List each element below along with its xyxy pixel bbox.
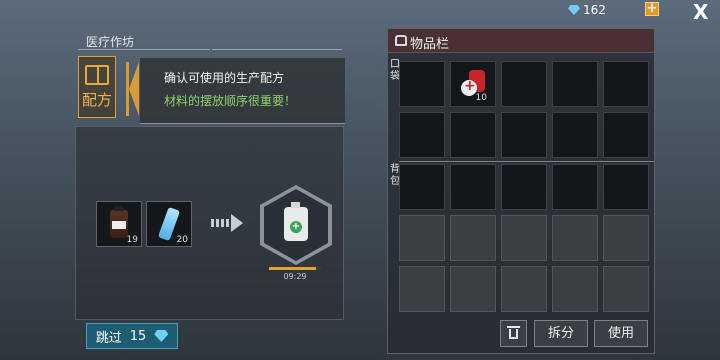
medicine-bottle-icon [110, 206, 128, 238]
recipe-book-icon [85, 64, 109, 85]
ingredient-count: 19 [126, 235, 138, 245]
medical-jug-icon: + [284, 202, 308, 241]
inventory-slot[interactable] [450, 164, 496, 210]
delete-button[interactable] [500, 320, 527, 347]
inventory-slot[interactable]: 10 [450, 61, 496, 107]
gem-icon [568, 5, 580, 15]
trash-icon [507, 326, 520, 328]
ingredient-count: 20 [176, 235, 188, 245]
result-slot[interactable]: + [260, 185, 332, 265]
gem-balance: 162 [568, 3, 606, 17]
skip-button[interactable]: 跳过 15 [86, 323, 178, 349]
locked-slot [450, 266, 496, 312]
crafting-panel: 19 20 + 09:29 [75, 126, 344, 320]
inventory-slot[interactable] [501, 112, 547, 158]
close-button[interactable]: X [693, 0, 708, 24]
inventory-slot[interactable] [399, 164, 445, 210]
inventory-slot[interactable] [399, 112, 445, 158]
inventory-header: 物品栏 [388, 29, 654, 53]
inventory-slot[interactable] [603, 112, 649, 158]
skip-label: 跳过 [95, 330, 122, 346]
item-count: 10 [475, 93, 487, 103]
inventory-slot[interactable] [399, 61, 445, 107]
ingredient-slot[interactable]: 19 [96, 201, 142, 247]
inventory-slot[interactable] [552, 164, 598, 210]
info-hint: 材料的摆放顺序很重要！ [164, 94, 297, 108]
skip-cost: 15 [129, 328, 147, 344]
inventory-title: 物品栏 [410, 37, 450, 52]
title-divider [212, 49, 342, 50]
craft-timer: 09:29 [283, 272, 307, 281]
chevron-left-icon [126, 62, 140, 116]
inventory-slot[interactable] [450, 112, 496, 158]
add-gems-button[interactable]: + [645, 2, 659, 16]
inventory-slot[interactable] [603, 164, 649, 210]
info-text: 确认可使用的生产配方 [164, 71, 285, 85]
craft-progress-fill [269, 267, 316, 270]
split-button[interactable]: 拆分 [534, 320, 588, 347]
locked-slot [552, 266, 598, 312]
locked-slot [501, 215, 547, 261]
gem-count: 162 [583, 3, 606, 17]
locked-slot [399, 266, 445, 312]
locked-slot [501, 266, 547, 312]
use-button[interactable]: 使用 [594, 320, 648, 347]
inventory-slot[interactable] [501, 61, 547, 107]
recipe-info: 确认可使用的生产配方 材料的摆放顺序很重要！ [140, 58, 345, 124]
inventory-slot[interactable] [603, 61, 649, 107]
arrow-right-icon [211, 214, 245, 232]
section-divider [399, 161, 654, 162]
inventory-slot[interactable] [552, 112, 598, 158]
pocket-grid: 10 [399, 61, 649, 158]
top-bar: 162 + X [0, 0, 720, 24]
recipe-tab[interactable]: 配方 [78, 56, 116, 118]
locked-slot [552, 215, 598, 261]
inventory-slot[interactable] [552, 61, 598, 107]
gem-icon [154, 330, 169, 342]
backpack-grid [399, 164, 649, 312]
inventory-slot[interactable] [501, 164, 547, 210]
locked-slot [603, 215, 649, 261]
ingredient-slot[interactable]: 20 [146, 201, 192, 247]
inventory-panel: 物品栏 口袋 10 背包 [387, 28, 655, 354]
locked-slot [450, 215, 496, 261]
workshop-title: 医疗作坊 [86, 35, 135, 49]
craft-progress-bar [269, 267, 321, 270]
locked-slot [399, 215, 445, 261]
title-divider [78, 49, 210, 50]
recipe-tab-label: 配方 [81, 90, 112, 109]
bag-icon [395, 35, 407, 46]
locked-slot [603, 266, 649, 312]
